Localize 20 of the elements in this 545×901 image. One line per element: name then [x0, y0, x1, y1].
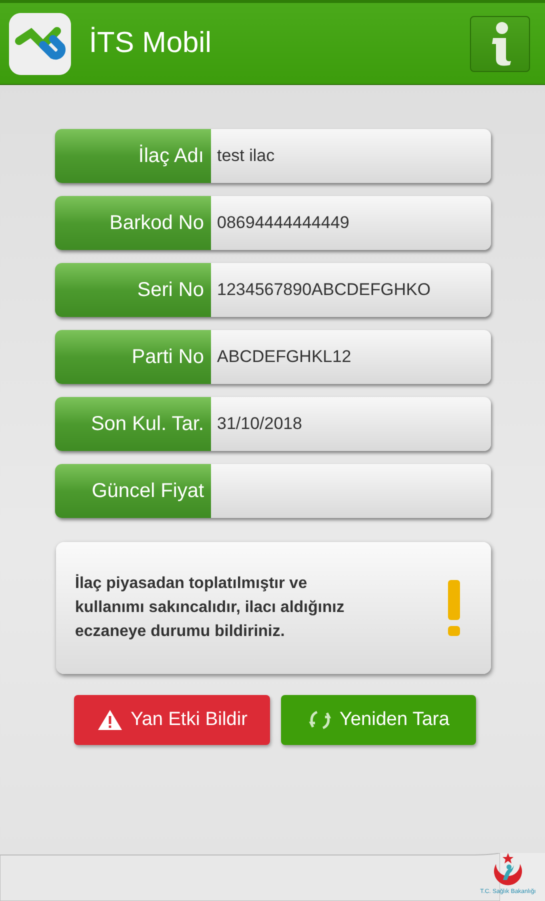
warning-icon — [96, 709, 123, 731]
field-value: 08694444444449 — [211, 196, 491, 250]
field-value: 1234567890ABCDEFGHKO — [211, 263, 491, 317]
field-label: İlaç Adı — [55, 129, 211, 183]
field-label: Seri No — [55, 263, 211, 317]
field-label: Barkod No — [55, 196, 211, 250]
app-title: İTS Mobil — [89, 26, 212, 61]
exclamation-icon — [447, 580, 461, 636]
field-value: test ilac — [211, 129, 491, 183]
field-label: Parti No — [55, 330, 211, 384]
refresh-icon — [308, 709, 332, 731]
field-label: Güncel Fiyat — [55, 464, 211, 518]
report-side-effect-button[interactable]: Yan Etki Bildir — [74, 695, 270, 745]
field-value: 31/10/2018 — [211, 397, 491, 451]
warning-message: İlaç piyasadan toplatılmıştır ve kullanımı sakıncalıdır, ilacı aldığınız eczaneye durumu bildiriniz. — [75, 573, 346, 642]
field-value: ABCDEFGHKL12 — [211, 330, 491, 384]
app-logo — [9, 12, 71, 74]
field-label: Son Kul. Tar. — [55, 397, 211, 451]
rescan-button[interactable]: Yeniden Tara — [281, 695, 476, 745]
info-button[interactable] — [470, 16, 530, 72]
